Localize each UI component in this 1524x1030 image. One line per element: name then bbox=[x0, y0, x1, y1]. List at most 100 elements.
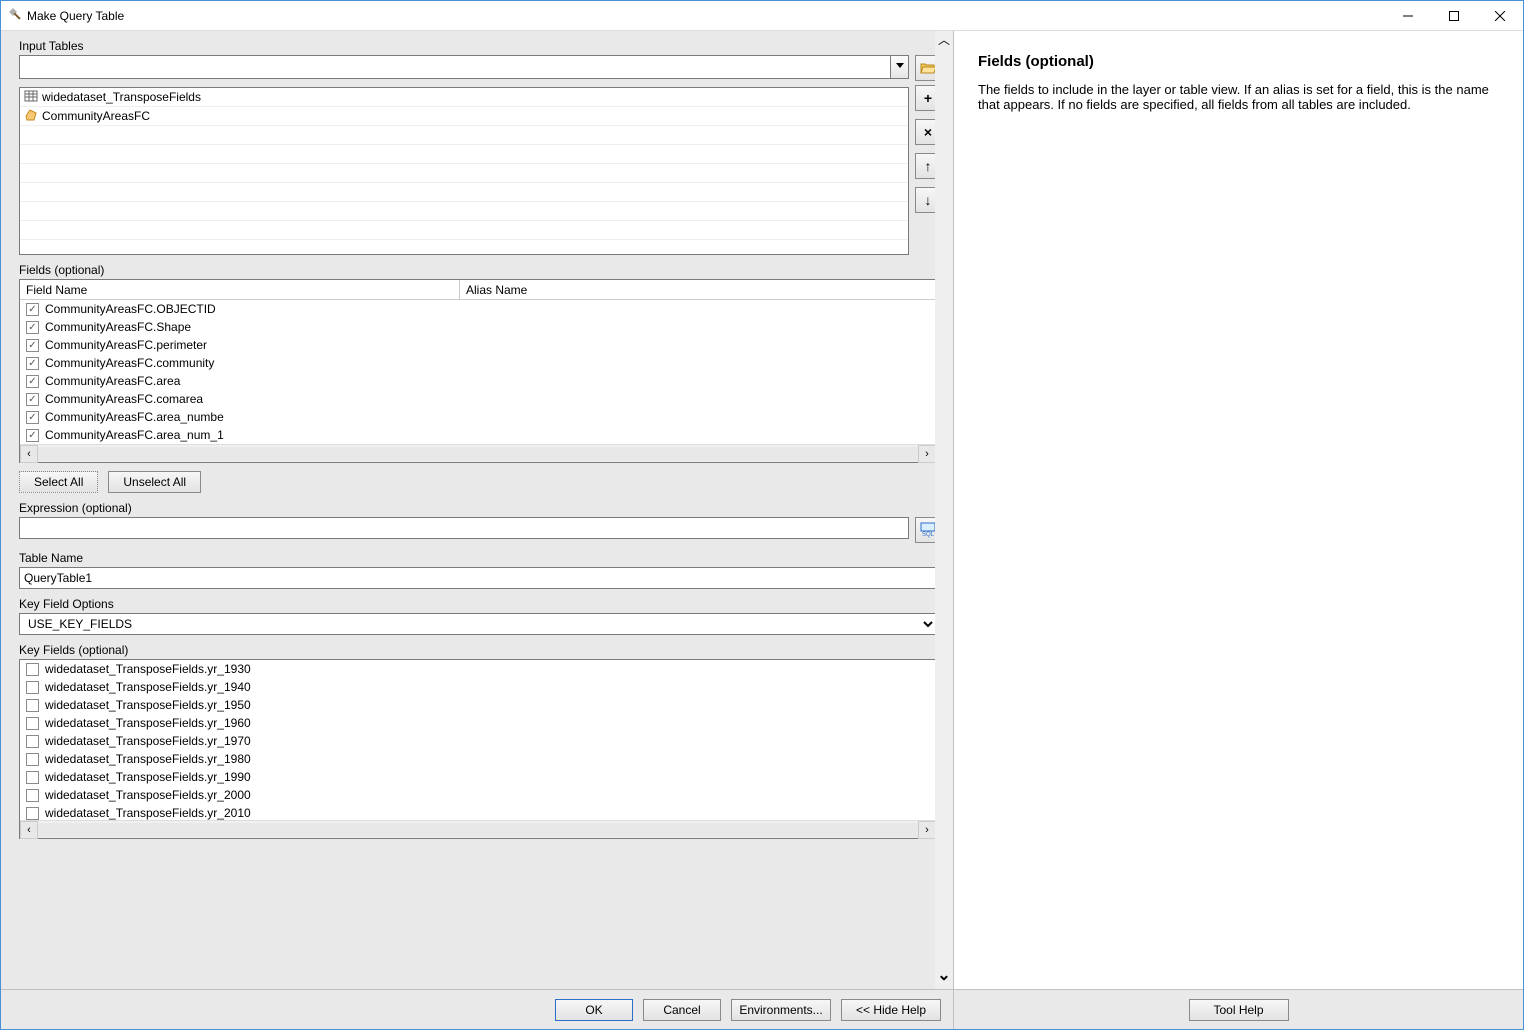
chevron-up-icon: ︿ bbox=[938, 31, 950, 48]
checkbox[interactable] bbox=[26, 753, 39, 766]
help-pane: Fields (optional) The fields to include … bbox=[953, 31, 1523, 1029]
fields-header: Field Name Alias Name bbox=[20, 280, 936, 300]
checkbox[interactable] bbox=[26, 771, 39, 784]
table-row[interactable]: ✓ CommunityAreasFC.area_num_1 bbox=[20, 426, 936, 444]
checkbox[interactable] bbox=[26, 681, 39, 694]
key-field-options-label: Key Field Options bbox=[19, 597, 953, 611]
col-alias-name[interactable]: Alias Name bbox=[460, 280, 936, 299]
checkbox[interactable]: ✓ bbox=[26, 303, 39, 316]
list-item[interactable]: widedataset_TransposeFields.yr_1990 bbox=[20, 768, 936, 786]
plus-icon: + bbox=[924, 90, 932, 106]
key-field-options-select[interactable]: USE_KEY_FIELDS bbox=[19, 613, 937, 635]
list-item: CommunityAreasFC bbox=[20, 107, 908, 126]
table-row[interactable]: ✓ CommunityAreasFC.perimeter bbox=[20, 336, 936, 354]
scroll-right-icon[interactable]: › bbox=[918, 445, 936, 463]
ok-button[interactable]: OK bbox=[555, 999, 633, 1021]
field-name-cell: CommunityAreasFC.comarea bbox=[45, 392, 203, 406]
h-scrollbar[interactable]: ‹ › bbox=[20, 820, 936, 838]
key-field-name: widedataset_TransposeFields.yr_1930 bbox=[45, 662, 251, 676]
scroll-left-icon[interactable]: ‹ bbox=[20, 445, 38, 463]
environments-button[interactable]: Environments... bbox=[731, 999, 831, 1021]
minimize-button[interactable] bbox=[1385, 1, 1431, 31]
select-all-button[interactable]: Select All bbox=[19, 471, 98, 493]
field-name-cell: CommunityAreasFC.perimeter bbox=[45, 338, 207, 352]
scroll-left-icon[interactable]: ‹ bbox=[20, 821, 38, 839]
key-field-name: widedataset_TransposeFields.yr_1990 bbox=[45, 770, 251, 784]
key-field-name: widedataset_TransposeFields.yr_2000 bbox=[45, 788, 251, 802]
window-title: Make Query Table bbox=[27, 9, 124, 23]
list-item[interactable]: widedataset_TransposeFields.yr_1960 bbox=[20, 714, 936, 732]
field-name-cell: CommunityAreasFC.area_num_1 bbox=[45, 428, 224, 442]
checkbox[interactable]: ✓ bbox=[26, 411, 39, 424]
checkbox[interactable] bbox=[26, 735, 39, 748]
list-item[interactable]: widedataset_TransposeFields.yr_2010 bbox=[20, 804, 936, 820]
key-fields-label: Key Fields (optional) bbox=[19, 643, 953, 657]
input-tables-combo[interactable] bbox=[19, 55, 909, 79]
list-item[interactable]: widedataset_TransposeFields.yr_1970 bbox=[20, 732, 936, 750]
checkbox[interactable] bbox=[26, 789, 39, 802]
cancel-button[interactable]: Cancel bbox=[643, 999, 721, 1021]
key-fields-list[interactable]: widedataset_TransposeFields.yr_1930wided… bbox=[19, 659, 937, 839]
list-item: widedataset_TransposeFields bbox=[20, 88, 908, 107]
help-title: Fields (optional) bbox=[978, 53, 1499, 70]
fields-table[interactable]: Field Name Alias Name ✓CommunityAreasFC.… bbox=[19, 279, 937, 463]
x-icon: × bbox=[924, 124, 932, 140]
input-tables-input[interactable] bbox=[19, 55, 891, 79]
table-row[interactable]: ✓ CommunityAreasFC.comarea bbox=[20, 390, 936, 408]
table-row[interactable]: ✓CommunityAreasFC.community bbox=[20, 354, 936, 372]
checkbox[interactable] bbox=[26, 663, 39, 676]
checkbox[interactable]: ✓ bbox=[26, 339, 39, 352]
close-button[interactable] bbox=[1477, 1, 1523, 31]
form-pane: Input Tables bbox=[1, 31, 953, 1029]
list-item[interactable]: widedataset_TransposeFields.yr_1980 bbox=[20, 750, 936, 768]
list-item[interactable]: widedataset_TransposeFields.yr_1940 bbox=[20, 678, 936, 696]
checkbox[interactable] bbox=[26, 699, 39, 712]
hide-help-button[interactable]: << Hide Help bbox=[841, 999, 941, 1021]
key-field-name: widedataset_TransposeFields.yr_1960 bbox=[45, 716, 251, 730]
polygon-icon bbox=[24, 108, 42, 125]
titlebar: Make Query Table bbox=[1, 1, 1523, 31]
key-field-name: widedataset_TransposeFields.yr_1940 bbox=[45, 680, 251, 694]
list-item[interactable]: widedataset_TransposeFields.yr_1950 bbox=[20, 696, 936, 714]
checkbox[interactable]: ✓ bbox=[26, 321, 39, 334]
checkbox[interactable]: ✓ bbox=[26, 375, 39, 388]
folder-open-icon bbox=[920, 61, 936, 75]
list-item-label: widedataset_TransposeFields bbox=[42, 90, 201, 104]
chevron-down-icon[interactable] bbox=[891, 55, 909, 79]
input-tables-list[interactable]: widedataset_TransposeFields CommunityAre… bbox=[19, 87, 909, 255]
arrow-up-icon: ↑ bbox=[925, 158, 932, 174]
list-item[interactable]: widedataset_TransposeFields.yr_2000 bbox=[20, 786, 936, 804]
svg-text:SQL: SQL bbox=[922, 532, 935, 538]
checkbox[interactable] bbox=[26, 717, 39, 730]
table-row[interactable]: ✓CommunityAreasFC.area bbox=[20, 372, 936, 390]
arrow-down-icon: ↓ bbox=[925, 192, 932, 208]
maximize-button[interactable] bbox=[1431, 1, 1477, 31]
checkbox[interactable]: ✓ bbox=[26, 429, 39, 442]
unselect-all-button[interactable]: Unselect All bbox=[108, 471, 201, 493]
chevron-down-icon: ⌄ bbox=[937, 965, 950, 985]
help-text: The fields to include in the layer or ta… bbox=[978, 82, 1499, 112]
scroll-right-icon[interactable]: › bbox=[918, 821, 936, 839]
field-name-cell: CommunityAreasFC.OBJECTID bbox=[45, 302, 216, 316]
dialog-footer: OK Cancel Environments... << Hide Help bbox=[1, 989, 953, 1029]
key-field-name: widedataset_TransposeFields.yr_2010 bbox=[45, 806, 251, 820]
field-name-cell: CommunityAreasFC.area_numbe bbox=[45, 410, 224, 424]
expression-input[interactable] bbox=[19, 517, 909, 539]
table-row[interactable]: ✓ CommunityAreasFC.OBJECTID bbox=[20, 300, 936, 318]
help-content: Fields (optional) The fields to include … bbox=[954, 31, 1523, 989]
table-row[interactable]: ✓ CommunityAreasFC.Shape bbox=[20, 318, 936, 336]
form-scrollbar[interactable]: ︿ ⌄ bbox=[935, 31, 953, 989]
checkbox[interactable]: ✓ bbox=[26, 357, 39, 370]
h-scrollbar[interactable]: ‹ › bbox=[20, 444, 936, 462]
table-name-input[interactable] bbox=[19, 567, 937, 589]
field-name-cell: CommunityAreasFC.Shape bbox=[45, 320, 191, 334]
checkbox[interactable]: ✓ bbox=[26, 393, 39, 406]
table-icon bbox=[24, 89, 42, 106]
expression-label: Expression (optional) bbox=[19, 501, 953, 515]
checkbox[interactable] bbox=[26, 807, 39, 820]
tool-help-button[interactable]: Tool Help bbox=[1189, 999, 1289, 1021]
col-field-name[interactable]: Field Name bbox=[20, 280, 460, 299]
table-name-label: Table Name bbox=[19, 551, 953, 565]
table-row[interactable]: ✓ CommunityAreasFC.area_numbe bbox=[20, 408, 936, 426]
list-item[interactable]: widedataset_TransposeFields.yr_1930 bbox=[20, 660, 936, 678]
